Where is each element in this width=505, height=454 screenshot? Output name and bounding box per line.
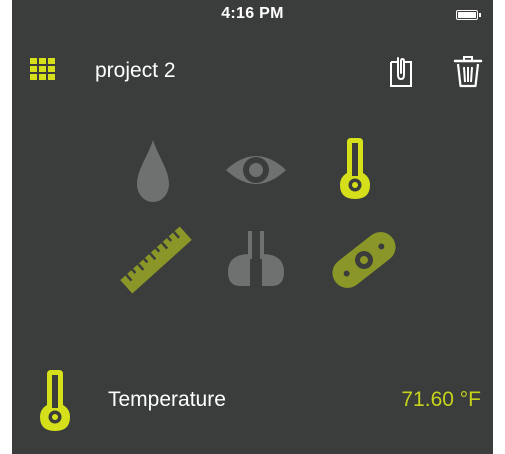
sensor-temperature-button[interactable] xyxy=(338,136,372,202)
sensor-light-button[interactable] xyxy=(224,146,288,194)
sensor-sound-button[interactable] xyxy=(226,228,286,292)
delete-button[interactable] xyxy=(453,55,483,89)
readout-value: 71.60 °F xyxy=(401,388,481,411)
sensor-humidity-button[interactable] xyxy=(133,136,173,206)
thermometer-icon xyxy=(340,138,370,199)
battery-level xyxy=(458,12,476,18)
thermometer-icon xyxy=(40,370,70,431)
project-title: project 2 xyxy=(95,59,176,82)
status-bar: 4:16 PM xyxy=(12,0,493,28)
app-screen: 4:16 PM project 2 Temperature 71.60 °F xyxy=(12,0,493,454)
grid-menu-icon xyxy=(30,58,55,80)
trash-icon xyxy=(453,56,483,88)
level-icon xyxy=(332,232,396,288)
battery-full-icon xyxy=(456,10,478,20)
status-time: 4:16 PM xyxy=(221,5,284,22)
readout-thermometer xyxy=(38,368,72,434)
eye-icon xyxy=(226,156,286,184)
header-bar: project 2 xyxy=(12,44,493,100)
sensor-readout: Temperature 71.60 °F xyxy=(12,360,493,440)
attach-document-button[interactable] xyxy=(387,56,415,88)
readout-label: Temperature xyxy=(108,388,226,411)
sensor-level-button[interactable] xyxy=(328,228,400,292)
battery-tip xyxy=(479,13,481,17)
grid-menu-button[interactable] xyxy=(30,56,58,84)
sensor-distance-button[interactable] xyxy=(120,226,192,294)
earbuds-icon xyxy=(228,231,284,286)
ruler-icon xyxy=(120,226,192,294)
paperclip-document-icon xyxy=(390,57,412,87)
water-drop-icon xyxy=(137,140,169,202)
